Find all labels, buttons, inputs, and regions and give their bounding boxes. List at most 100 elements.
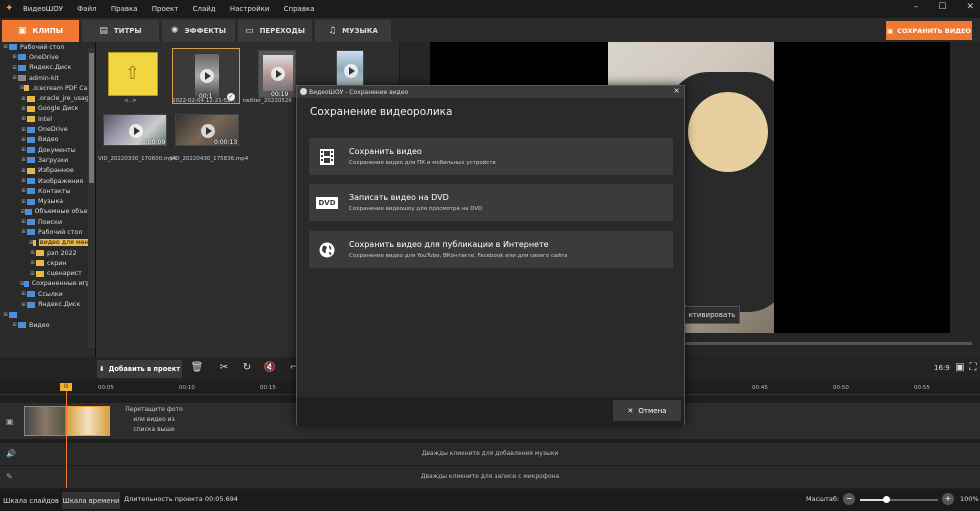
expand-icon[interactable]: ⊞: [20, 291, 27, 297]
cancel-button[interactable]: ✕ Отмена: [613, 400, 681, 421]
expand-icon[interactable]: ⊞: [20, 147, 27, 153]
menu-settings[interactable]: Настройки: [230, 5, 270, 13]
play-icon[interactable]: [200, 69, 214, 83]
tree-item[interactable]: ⊞ Яндекс.Диск: [0, 299, 95, 309]
expand-icon[interactable]: ⊞: [20, 199, 27, 205]
menu-help[interactable]: Справка: [284, 5, 315, 13]
minimize-icon[interactable]: –: [914, 2, 919, 12]
expand-icon[interactable]: ⊞: [2, 312, 9, 318]
tree-scrollbar[interactable]: [88, 48, 95, 348]
expand-icon[interactable]: ⊞: [11, 54, 18, 60]
tree-item[interactable]: ⊞ Google Диск: [0, 104, 95, 114]
tree-item[interactable]: ⊞ Музыка: [0, 196, 95, 206]
tree-item[interactable]: ⊞ Видео: [0, 135, 95, 145]
tree-item[interactable]: ⊞ Поиски: [0, 217, 95, 227]
zoom-slider-knob[interactable]: [882, 496, 890, 503]
tree-item[interactable]: ⊞: [0, 310, 95, 320]
expand-icon[interactable]: ⊞: [20, 178, 27, 184]
expand-icon[interactable]: ⊞: [20, 302, 27, 308]
play-icon[interactable]: [129, 124, 143, 138]
tree-item[interactable]: ⊞ OneDrive: [0, 124, 95, 134]
menu-file[interactable]: Файл: [77, 5, 96, 13]
clip-thumb[interactable]: 00:19: [258, 50, 296, 98]
tree-item[interactable]: ⊞ Загрузки: [0, 155, 95, 165]
expand-icon[interactable]: ⊞: [11, 322, 18, 328]
tab-timeline-scale[interactable]: Шкала времени: [62, 492, 120, 509]
expand-icon[interactable]: ⊞: [20, 188, 27, 194]
publish-online-option[interactable]: Сохранить видео для публикации в Интерне…: [309, 231, 673, 268]
tree-item[interactable]: ⊞ сценарист: [0, 269, 95, 279]
expand-icon[interactable]: ⊞: [20, 116, 27, 122]
expand-icon[interactable]: ⊞: [2, 44, 9, 50]
menu-slide[interactable]: Слайд: [193, 5, 216, 13]
expand-icon[interactable]: ⊞: [20, 106, 27, 112]
expand-icon[interactable]: ⊞: [20, 229, 27, 235]
tree-scroll-thumb[interactable]: [89, 53, 94, 183]
tree-item[interactable]: ⊞ Рабочий стол: [0, 227, 95, 237]
trash-icon[interactable]: 🗑: [190, 361, 204, 375]
timeline-clip[interactable]: [24, 406, 66, 436]
tree-item[interactable]: ⊞ рэп 2022: [0, 248, 95, 258]
expand-icon[interactable]: ⊞: [29, 250, 36, 256]
tab-music[interactable]: ♫ МУЗЫКА: [315, 20, 391, 42]
tree-item[interactable]: ⊞ Документы: [0, 145, 95, 155]
tab-titles[interactable]: ▤ ТИТРЫ: [82, 20, 159, 42]
expand-icon[interactable]: ⊞: [20, 168, 27, 174]
expand-icon[interactable]: ⊞: [29, 271, 36, 277]
tree-item[interactable]: ⊞ Видео: [0, 320, 95, 330]
menu-edit[interactable]: Правка: [111, 5, 138, 13]
tree-item[interactable]: ⊞ скрин: [0, 258, 95, 268]
scissors-icon[interactable]: ✂: [217, 361, 231, 375]
rotate-icon[interactable]: ↻: [240, 361, 254, 375]
zoom-in-button[interactable]: +: [942, 493, 954, 505]
clip-thumb[interactable]: 0:00:09: [103, 114, 167, 146]
tree-item[interactable]: ⊞ Избранное: [0, 166, 95, 176]
expand-icon[interactable]: ⊞: [20, 157, 27, 163]
tree-item[interactable]: ⊞ .oracle_jre_usage: [0, 93, 95, 103]
activate-button[interactable]: ктивировать: [684, 306, 740, 324]
add-to-project-button[interactable]: ⬇ Добавить в проект: [97, 360, 182, 378]
save-video-option[interactable]: Сохранить видео Сохранение видео для ПК …: [309, 138, 673, 175]
tree-item[interactable]: ⊞ admin-kit: [0, 73, 95, 83]
playhead-handle[interactable]: |||: [60, 383, 72, 391]
play-icon[interactable]: [271, 67, 285, 81]
tree-item[interactable]: ⊞ Контакты: [0, 186, 95, 196]
mic-track[interactable]: ✎ Дважды кликните для записи с микрофона: [0, 466, 980, 488]
tab-effects[interactable]: ✺ ЭФФЕКТЫ: [162, 20, 235, 42]
play-icon[interactable]: [201, 124, 215, 138]
tree-item[interactable]: ⊞ Intel: [0, 114, 95, 124]
expand-icon[interactable]: ⊞: [20, 96, 27, 102]
clip-thumb-selected[interactable]: 00:1 ✓: [172, 48, 240, 104]
tree-item[interactable]: ⊞ Изображения: [0, 176, 95, 186]
burn-dvd-option[interactable]: DVD Записать видео на DVD Сохранение вид…: [309, 184, 673, 221]
expand-icon[interactable]: ⊞: [20, 219, 27, 225]
maximize-icon[interactable]: ☐: [938, 2, 946, 12]
clip-thumb[interactable]: 0:00:13: [175, 114, 239, 146]
expand-icon[interactable]: ⊞: [29, 260, 36, 266]
clip-thumb[interactable]: [336, 50, 364, 90]
zoom-out-button[interactable]: −: [843, 493, 855, 505]
tree-item[interactable]: ⊞ Рабочий стол: [0, 42, 95, 52]
expand-icon[interactable]: ⊞: [11, 65, 18, 71]
tree-item[interactable]: ⊞ Объемные объект: [0, 207, 95, 217]
close-icon[interactable]: ✕: [966, 2, 974, 12]
expand-icon[interactable]: ⊞: [20, 127, 27, 133]
tab-clips[interactable]: ▣ КЛИПЫ: [2, 20, 79, 42]
tree-item[interactable]: ⊞ OneDrive: [0, 52, 95, 62]
tree-item[interactable]: ⊞ Ссылки: [0, 289, 95, 299]
close-icon[interactable]: ×: [673, 86, 680, 95]
play-icon[interactable]: [344, 64, 358, 78]
tree-item[interactable]: ⊞ Сохраненные игры: [0, 279, 95, 289]
expand-icon[interactable]: ⊞: [20, 137, 27, 143]
music-track[interactable]: 🔊 Дважды кликните для добавления музыки: [0, 443, 980, 465]
tab-slides-scale[interactable]: Шкала слайдов: [2, 492, 60, 509]
playhead[interactable]: [66, 383, 67, 488]
menu-project[interactable]: Проект: [152, 5, 179, 13]
mute-icon[interactable]: 🔇: [263, 361, 277, 375]
tree-item[interactable]: ⊞ Яндекс.Диск: [0, 63, 95, 73]
save-video-button[interactable]: ▣ СОХРАНИТЬ ВИДЕО: [886, 21, 972, 40]
folder-up-tile[interactable]: ⇧: [108, 52, 158, 96]
fullscreen-icon[interactable]: ⛶: [966, 361, 980, 375]
expand-icon[interactable]: ⊞: [11, 75, 18, 81]
tab-transitions[interactable]: ▭ ПЕРЕХОДЫ: [238, 20, 312, 42]
